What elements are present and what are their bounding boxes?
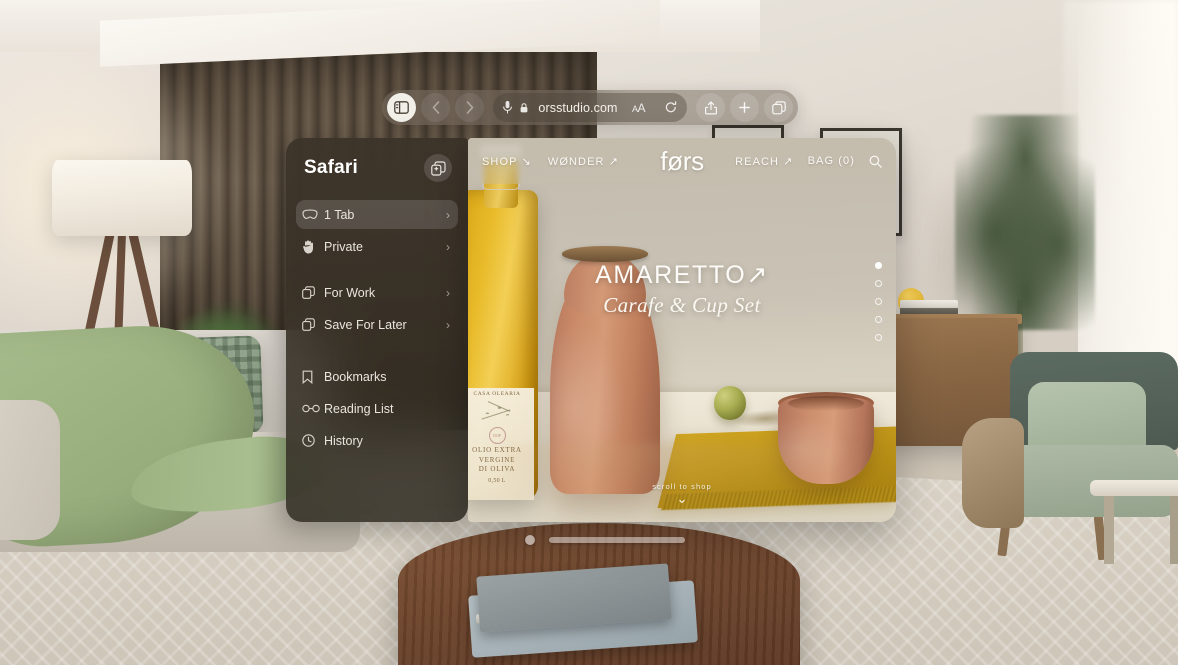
label-brand: CASA OLEARIA — [473, 391, 521, 397]
sidebar-divider-gap — [296, 264, 458, 278]
close-window-button[interactable] — [525, 535, 535, 545]
address-bar[interactable]: orsstudio.com AA — [493, 93, 687, 122]
window-resize-handle[interactable] — [549, 537, 685, 543]
sidebar-divider-gap — [296, 342, 458, 362]
site-brand-logo[interactable]: førs — [660, 146, 704, 177]
clock-icon — [302, 434, 324, 447]
sidebar-item-save-for-later[interactable]: Save For Later › — [296, 310, 458, 339]
sidebar-item-private[interactable]: Private › — [296, 232, 458, 261]
forward-button[interactable] — [455, 93, 484, 122]
carousel-dot[interactable] — [875, 280, 882, 287]
side-table-top — [1090, 480, 1178, 496]
carousel-dot[interactable] — [875, 262, 882, 269]
sidebar-item-1-tab[interactable]: 1 Tab › — [296, 200, 458, 229]
sidebar-item-label: Reading List — [324, 401, 394, 416]
visionos-screen: orsstudio.com AA Safari 1 Tab › Private … — [0, 0, 1178, 665]
side-table-leg — [1170, 494, 1178, 564]
chevron-right-icon: › — [446, 239, 450, 254]
label-seal: DOP — [488, 427, 506, 444]
tab-group-icon — [302, 286, 324, 299]
lock-icon — [520, 102, 528, 113]
chevron-right-icon: › — [446, 317, 450, 332]
sidebar-new-tab-button[interactable] — [424, 154, 452, 182]
share-button[interactable] — [696, 93, 725, 122]
sidebar-item-reading-list[interactable]: Reading List — [296, 394, 458, 423]
carousel-dot[interactable] — [875, 316, 882, 323]
nav-link-reach[interactable]: REACH ↗ — [735, 155, 793, 168]
carousel-dot[interactable] — [875, 334, 882, 341]
vision-headset-icon — [302, 209, 324, 220]
sidebar-item-label: History — [324, 433, 363, 448]
sidebar-item-label: 1 Tab — [324, 207, 355, 222]
tab-overview-button[interactable] — [764, 93, 793, 122]
url-text[interactable]: orsstudio.com — [532, 101, 624, 115]
site-navigation-bar: SHOP ↘ WØNDER ↗ førs REACH ↗ BAG (0) — [468, 138, 896, 184]
nav-right-group: REACH ↗ BAG (0) — [704, 155, 882, 168]
sidebar-item-label: Save For Later — [324, 317, 407, 332]
sofa-armrest — [0, 400, 60, 540]
tab-group-icon — [302, 318, 324, 331]
window-controls — [525, 533, 695, 547]
nav-link-bag[interactable]: BAG (0) — [808, 155, 855, 167]
olive-sprig-illustration — [473, 398, 521, 426]
nav-link-wonder[interactable]: WØNDER ↗ — [548, 155, 619, 168]
sidebar-toggle-button[interactable] — [387, 93, 416, 122]
nav-link-shop[interactable]: SHOP ↘ — [482, 155, 532, 168]
reload-icon[interactable] — [665, 101, 677, 114]
sidebar-item-label: Bookmarks — [324, 369, 387, 384]
text-size-button[interactable]: AA — [632, 101, 646, 115]
olive-fruit — [714, 386, 746, 420]
search-icon[interactable] — [869, 155, 882, 168]
sidebar-item-label: Private — [324, 239, 363, 254]
bookmark-icon — [302, 370, 324, 384]
sidebar-header: Safari — [296, 154, 458, 182]
scroll-cue-label: scroll to shop — [652, 482, 712, 491]
hand-privacy-icon — [302, 239, 324, 254]
nav-left-group: SHOP ↘ WØNDER ↗ — [482, 155, 660, 168]
reading-list-icon — [302, 404, 324, 413]
sidebar-item-label: For Work — [324, 285, 376, 300]
side-table-leg — [1104, 494, 1114, 564]
sidebar-item-history[interactable]: History — [296, 426, 458, 455]
carafe-wooden-lid — [562, 246, 648, 262]
safari-sidebar: Safari 1 Tab › Private › For Work › Save… — [286, 138, 468, 522]
hero-product-photo: CASA OLEARIA DOP OLIO EXTRA VERGINE DI O… — [468, 138, 896, 522]
microphone-icon[interactable] — [503, 101, 512, 114]
back-button[interactable] — [421, 93, 450, 122]
scroll-to-shop-cue[interactable]: scroll to shop ⌄ — [468, 482, 896, 506]
armchair-armrest — [962, 418, 1024, 528]
sidebar-title: Safari — [304, 157, 359, 178]
new-tab-button[interactable] — [730, 93, 759, 122]
floor-lamp-shade — [52, 160, 192, 236]
carousel-pagination — [875, 262, 882, 341]
sidebar-item-for-work[interactable]: For Work › — [296, 278, 458, 307]
chevron-right-icon: › — [446, 285, 450, 300]
cup-interior — [788, 396, 864, 411]
chevron-down-icon: ⌄ — [676, 491, 688, 506]
chevron-right-icon: › — [446, 207, 450, 222]
carousel-dot[interactable] — [875, 298, 882, 305]
browser-content-area: CASA OLEARIA DOP OLIO EXTRA VERGINE DI O… — [468, 138, 896, 522]
olive-tree-canopy — [955, 115, 1095, 330]
sidebar-item-bookmarks[interactable]: Bookmarks — [296, 362, 458, 391]
safari-toolbar: orsstudio.com AA — [382, 90, 798, 125]
